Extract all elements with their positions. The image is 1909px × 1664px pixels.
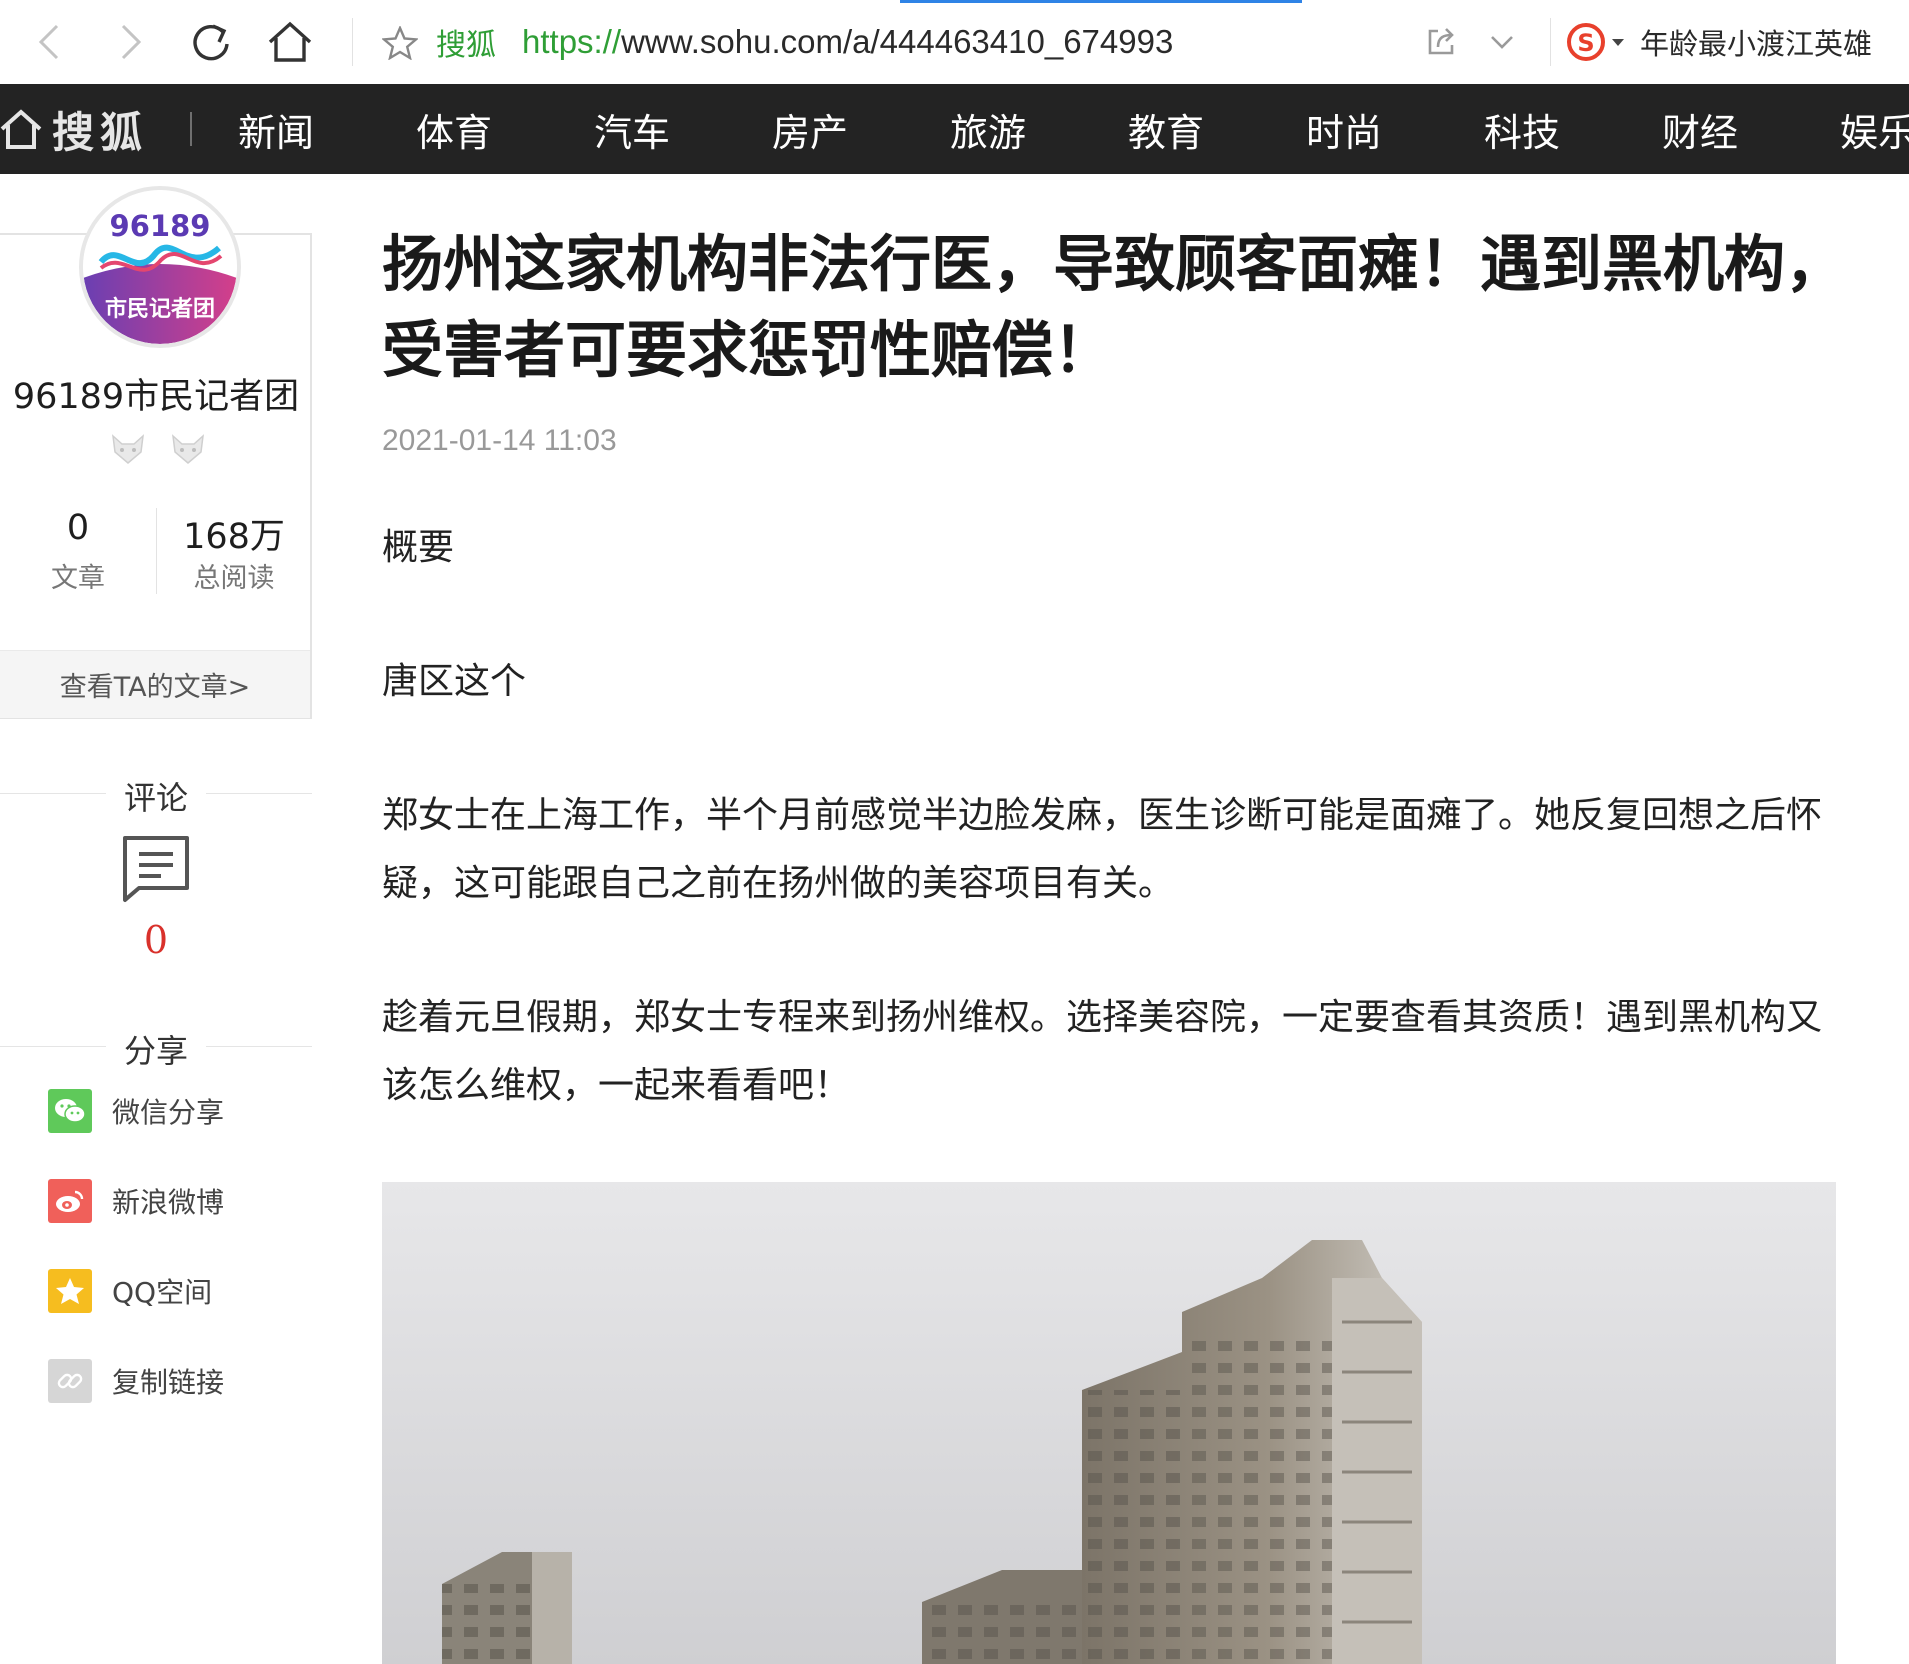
bookmark-star-icon[interactable] [382, 26, 418, 60]
link-icon [48, 1359, 92, 1403]
publish-date: 2021-01-14 11:03 [382, 424, 617, 457]
nav-item-sports[interactable]: 体育 [416, 104, 492, 155]
nav-item-finance[interactable]: 财经 [1662, 104, 1738, 155]
share-wechat-label: 微信分享 [112, 1096, 225, 1129]
search-engine-selector[interactable]: S [1566, 20, 1628, 64]
nav-item-realestate[interactable]: 房产 [772, 104, 848, 155]
nav-item-auto[interactable]: 汽车 [594, 104, 670, 155]
share-qzone-button[interactable]: QQ空间 [48, 1268, 212, 1314]
comments-section-header: 评论 [0, 773, 312, 817]
address-dropdown-button[interactable] [1474, 14, 1530, 70]
svg-text:S: S [1577, 29, 1594, 57]
home-outline-icon [0, 109, 42, 149]
article-photo-buildings [382, 1182, 1836, 1664]
toolbar-separator [352, 18, 353, 66]
total-reads: 168万 [183, 517, 285, 557]
share-weibo-button[interactable]: 新浪微博 [48, 1178, 224, 1224]
browser-toolbar: 搜狐 https://www.sohu.com/a/444463410_6749… [0, 0, 1909, 85]
share-out-icon [1428, 28, 1454, 55]
url-text: https://www.sohu.com/a/444463410_674993 [522, 23, 1173, 61]
page-load-indicator [900, 0, 1302, 3]
copy-link-button[interactable]: 复制链接 [48, 1358, 224, 1404]
avatar-logo-image: 96189 市民记者团 [83, 190, 237, 344]
share-qzone-label: QQ空间 [112, 1276, 213, 1309]
caret-down-icon [1612, 39, 1624, 46]
comment-icon[interactable] [121, 834, 191, 904]
home-button[interactable] [262, 14, 318, 70]
total-reads-label: 总阅读 [193, 563, 275, 594]
article-paragraph: 趁着元旦假期，郑女士专程来到扬州维权。选择美容院，一定要查看其资质！遇到黑机构又… [382, 997, 1823, 1106]
article-title: 扬州这家机构非法行医，导致顾客面瘫！遇到黑机构，受害者可要求惩罚性赔偿！ [382, 229, 1847, 386]
reload-button[interactable] [183, 14, 239, 70]
avatar-number-text: 96189 [110, 209, 211, 243]
back-button[interactable] [22, 14, 78, 70]
avatar[interactable]: 96189 市民记者团 [79, 186, 241, 348]
browser-viewport: 搜狐 https://www.sohu.com/a/444463410_6749… [0, 0, 1909, 1664]
wechat-icon [48, 1089, 92, 1133]
address-bar[interactable]: 搜狐 https://www.sohu.com/a/444463410_6749… [372, 14, 1472, 70]
article-paragraph: 唐区这个 [382, 661, 527, 702]
author-name[interactable]: 96189市民记者团 [0, 368, 312, 419]
share-weibo-label: 新浪微博 [112, 1186, 225, 1219]
reload-icon [193, 24, 229, 61]
article-paragraph: 郑女士在上海工作，半个月前感觉半边脸发麻，医生诊断可能是面瘫了。她反复回想之后怀… [382, 795, 1823, 904]
sohu-logo[interactable]: 搜狐 [0, 102, 148, 157]
comment-count[interactable]: 0 [0, 918, 312, 962]
article-paragraph: 概要 [382, 527, 455, 568]
url-scheme: https:// [522, 23, 622, 60]
nav-item-news[interactable]: 新闻 [238, 104, 314, 155]
copy-link-label: 复制链接 [112, 1366, 225, 1399]
fox-badge-icon [172, 434, 204, 464]
nav-item-fashion[interactable]: 时尚 [1306, 104, 1382, 155]
share-title: 分享 [123, 1032, 188, 1070]
nav-item-education[interactable]: 教育 [1128, 104, 1204, 155]
chevron-right-icon [121, 24, 142, 60]
hot-search-link[interactable]: 年龄最小渡江英雄 [1640, 20, 1872, 64]
nav-item-entertainment[interactable]: 娱乐 [1840, 104, 1909, 155]
share-wechat-button[interactable]: 微信分享 [48, 1088, 224, 1134]
avatar-caption-text: 市民记者团 [105, 296, 215, 322]
share-section-header: 分享 [0, 1026, 312, 1070]
site-identity-label: 搜狐 [436, 28, 496, 63]
article-count-label: 文章 [51, 563, 105, 594]
view-author-articles-link[interactable]: 查看TA的文章> [0, 650, 310, 718]
comments-title: 评论 [123, 779, 188, 817]
author-badges [110, 432, 206, 468]
article-count: 0 [66, 508, 90, 548]
chevron-left-icon [38, 24, 59, 60]
weibo-icon [48, 1179, 92, 1223]
forward-button[interactable] [102, 14, 158, 70]
nav-item-tech[interactable]: 科技 [1484, 104, 1560, 155]
chevron-down-icon [1491, 36, 1513, 49]
qzone-star-icon [48, 1269, 92, 1313]
share-page-button[interactable] [1413, 14, 1469, 70]
nav-divider [190, 112, 192, 146]
nav-item-travel[interactable]: 旅游 [950, 104, 1026, 155]
sogou-logo-icon: S [1567, 23, 1605, 61]
site-nav-bar: 搜狐 新闻 体育 汽车 房产 旅游 教育 时尚 科技 财经 娱乐 [0, 84, 1909, 174]
toolbar-separator [1550, 18, 1551, 66]
sohu-logo-text: 搜狐 [52, 107, 149, 157]
url-host-path: www.sohu.com/a/444463410_674993 [621, 23, 1174, 60]
home-icon [268, 21, 312, 62]
fox-badge-icon [112, 434, 144, 464]
